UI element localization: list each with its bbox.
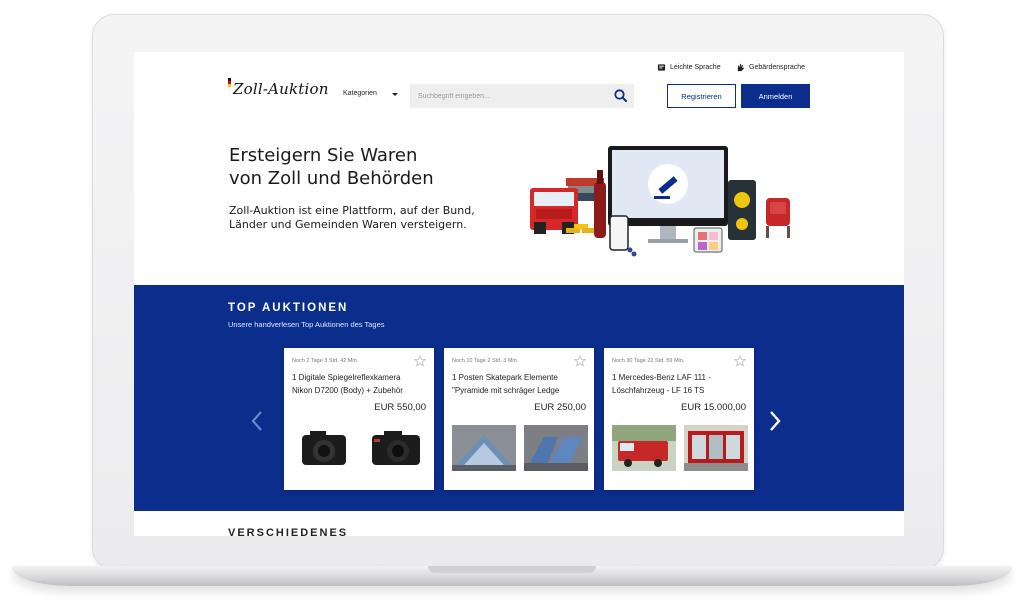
auction-price: EUR 250,00: [534, 402, 586, 413]
chevron-down-icon: [392, 93, 398, 96]
hero-text-line1: Zoll-Auktion ist eine Plattform, auf der…: [229, 204, 475, 217]
section-title-verschiedenes: VERSCHIEDENES: [228, 527, 349, 536]
sign-language-icon: [737, 63, 745, 72]
auction-card[interactable]: Noch 2 Tage 3 Std. 42 Min. 1 Digitale Sp…: [284, 348, 434, 490]
search-input[interactable]: [418, 84, 598, 108]
categories-dropdown[interactable]: Kategorien: [343, 90, 377, 97]
hero-illustration: [530, 146, 790, 257]
auction-time-left: Noch 2 Tage 3 Std. 42 Min.: [292, 358, 359, 364]
easy-language-icon: [657, 64, 666, 71]
logo-flag: [228, 78, 231, 87]
star-icon[interactable]: [414, 355, 426, 367]
auction-image[interactable]: [452, 425, 516, 471]
auction-title: 1 Mercedes-Benz LAF 111 - Löschfahrzeug …: [612, 371, 748, 397]
sign-language-link[interactable]: Gebärdensprache: [736, 63, 805, 72]
auction-image[interactable]: [364, 425, 428, 471]
star-icon[interactable]: [574, 355, 586, 367]
hero-description: Zoll-Auktion ist eine Plattform, auf der…: [229, 204, 509, 232]
auction-image[interactable]: [684, 425, 748, 471]
auction-time-left: Noch 30 Tage 22 Std. 59 Min.: [612, 358, 685, 364]
auction-title-line1: 1 Digitale Spiegelreflexkamera: [292, 373, 401, 382]
register-button[interactable]: Registrieren: [667, 84, 736, 108]
laptop-notch: [428, 566, 596, 573]
auction-time-left: Noch 10 Tage 2 Std. 3 Min.: [452, 358, 519, 364]
hero-title-line1: Ersteigern Sie Waren: [229, 145, 418, 166]
auction-card[interactable]: Noch 10 Tage 2 Std. 3 Min. 1 Posten Skat…: [444, 348, 594, 490]
search-icon[interactable]: [612, 87, 630, 105]
auction-title-line1: 1 Mercedes-Benz LAF 111 -: [612, 373, 711, 382]
hero-title-line2: von Zoll und Behörden: [229, 168, 434, 189]
auction-price: EUR 550,00: [374, 402, 426, 413]
easy-language-label: Leichte Sprache: [670, 64, 721, 71]
easy-language-link[interactable]: Leichte Sprache: [657, 63, 721, 72]
sign-language-label: Gebärdensprache: [749, 64, 806, 71]
chevron-left-icon[interactable]: [249, 409, 265, 433]
auction-price: EUR 15.000,00: [681, 402, 746, 413]
login-button[interactable]: Anmelden: [741, 84, 810, 108]
top-auctions-section: TOP AUKTIONEN Unsere handverlesen Top Au…: [134, 285, 904, 511]
auction-image[interactable]: [292, 425, 356, 471]
auction-title-line1: 1 Posten Skatepark Elemente: [452, 373, 558, 382]
hero-text-line2: Länder und Gemeinden Waren versteigern.: [229, 218, 467, 231]
hero-title: Ersteigern Sie Waren von Zoll und Behörd…: [229, 144, 489, 190]
auction-title-line2: "Pyramide mit schräger Ledge: [452, 386, 560, 395]
auction-image[interactable]: [524, 425, 588, 471]
auction-title: 1 Digitale Spiegelreflexkamera Nikon D72…: [292, 371, 428, 397]
auction-card[interactable]: Noch 30 Tage 22 Std. 59 Min. 1 Mercedes-…: [604, 348, 754, 490]
star-icon[interactable]: [734, 355, 746, 367]
auction-title-line2: Nikon D7200 (Body) + Zubehör: [292, 386, 403, 395]
browser-screen: Leichte Sprache Gebärdensprache Zoll-Auk…: [134, 52, 904, 536]
top-auctions-subtitle: Unsere handverlesen Top Auktionen des Ta…: [228, 320, 385, 329]
search-box: [410, 84, 634, 108]
auction-title: 1 Posten Skatepark Elemente "Pyramide mi…: [452, 371, 588, 397]
chevron-right-icon[interactable]: [767, 409, 783, 433]
auction-image[interactable]: [612, 425, 676, 471]
top-auctions-title: TOP AUKTIONEN: [228, 302, 349, 314]
auction-title-line2: Löschfahrzeug - LF 16 TS: [612, 386, 705, 395]
logo[interactable]: Zoll-Auktion: [233, 80, 329, 98]
